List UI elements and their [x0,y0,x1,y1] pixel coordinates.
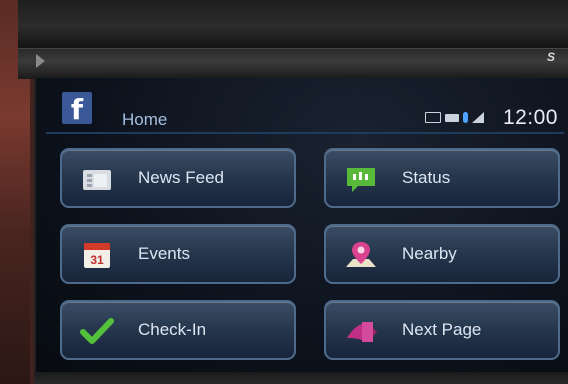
bluetooth-icon [463,112,468,123]
next-page-icon [347,322,377,342]
facebook-logo-icon: f [62,92,92,124]
battery-icon [445,113,459,122]
news-feed-button[interactable]: News Feed [60,148,296,208]
infotainment-scene: S f Home 12:00 News Feed Status 31 Event… [0,0,568,384]
status-icon [347,168,375,192]
nearby-button[interactable]: Nearby [324,224,560,284]
calendar-icon: 31 [84,243,110,268]
check-in-label: Check-In [138,320,207,339]
bezel-top [18,0,568,48]
status-icons [425,112,484,123]
message-icon [425,112,441,123]
bezel-strip [18,48,568,79]
nearby-pin-icon [346,242,376,267]
status-bar: f Home 12:00 [46,86,564,134]
calendar-date-text: 31 [90,253,104,267]
status-button[interactable]: Status [324,148,560,208]
bezel-brand-mark: S [546,50,556,64]
next-page-label: Next Page [402,320,482,339]
next-page-button[interactable]: Next Page [324,300,560,360]
news-feed-label: News Feed [138,168,224,187]
bezel-triangle-icon [36,54,45,68]
bezel-bottom [34,372,568,384]
clock: 12:00 [502,106,558,129]
events-label: Events [138,244,190,263]
events-button[interactable]: 31 Events [60,224,296,284]
check-in-button[interactable]: Check-In [60,300,296,360]
signal-icon [472,112,484,123]
news-feed-icon [83,170,111,190]
nearby-label: Nearby [402,244,457,263]
status-label: Status [402,168,451,187]
page-title: Home [122,110,168,129]
checkmark-icon [80,318,114,344]
head-unit-screen: f Home 12:00 News Feed Status 31 Events … [34,78,568,384]
